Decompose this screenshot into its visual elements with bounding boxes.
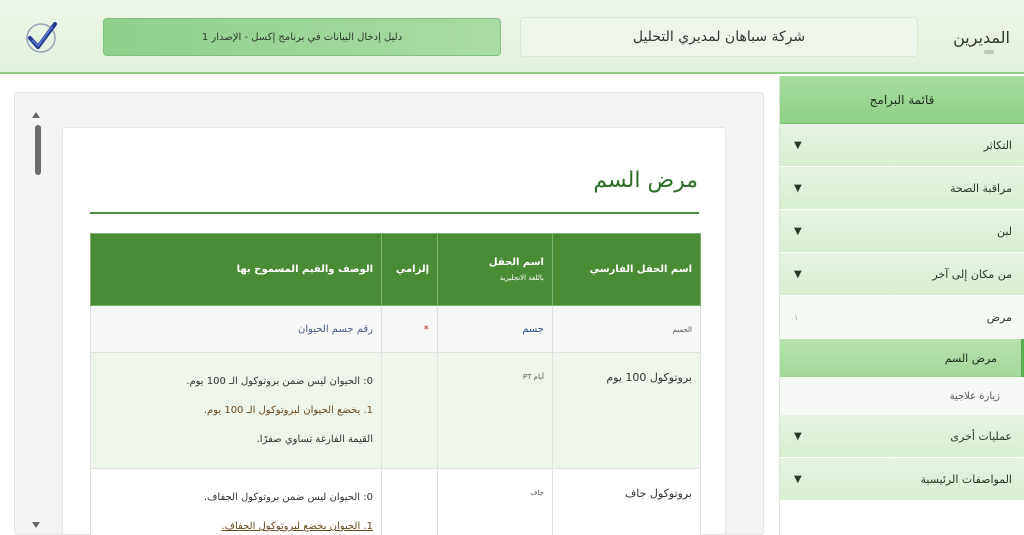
sidebar-item-other-operations[interactable]: عمليات أخرى ▼ xyxy=(780,415,1024,458)
scroll-up-arrow-icon[interactable] xyxy=(32,112,40,118)
sidebar-subitem-poison-disease[interactable]: مرض السم xyxy=(780,339,1024,377)
cell-fa: الجسم xyxy=(552,305,701,353)
sidebar-item-transfer[interactable]: من مكان إلى آخر ▼ xyxy=(780,253,1024,296)
cell-en: جاف xyxy=(437,468,553,535)
chevron-down-icon: ▼ xyxy=(794,473,802,485)
sidebar-item-label: لبن xyxy=(996,224,1012,238)
title-divider xyxy=(90,212,699,214)
sidebar-item-label: المواصفات الرئيسية xyxy=(920,472,1012,486)
table-header-row: اسم الحقل الفارسي اسم الحقل باللغة الانج… xyxy=(90,233,701,306)
chevron-down-icon: ▼ xyxy=(794,225,802,237)
brand-title[interactable]: المديرين xyxy=(953,28,1010,47)
company-name-box: شركة سباهان لمديري التحليل xyxy=(520,17,918,57)
page-title: مرض السم xyxy=(593,168,698,193)
cell-fa: بروتوكول 100 يوم xyxy=(552,352,701,469)
company-name: شركة سباهان لمديري التحليل xyxy=(632,29,806,45)
desc-line: 0: الحيوان ليس ضمن بروتوكول الـ 100 يوم. xyxy=(186,376,373,387)
header-description: الوصف والقيم المسموح بها xyxy=(90,233,382,306)
chevron-down-icon: ▼ xyxy=(794,182,802,194)
cell-req xyxy=(381,468,438,535)
sidebar-item-health[interactable]: مراقبة الصحة ▼ xyxy=(780,167,1024,210)
guide-text: دليل إدخال البيانات في برنامج إكسل - الإ… xyxy=(201,31,403,43)
scroll-down-arrow-icon[interactable] xyxy=(32,522,40,528)
cell-desc: رقم جسم الحيوان xyxy=(90,305,382,353)
brand-underline xyxy=(984,50,994,54)
cell-en: أيام PT xyxy=(437,352,553,469)
desc-line: القيمة الفارغة تساوي صفرًا. xyxy=(256,434,373,445)
chevron-down-icon: ▼ xyxy=(794,430,802,442)
checkmark-logo-icon[interactable] xyxy=(22,18,60,56)
sidebar-item-label: مرض xyxy=(986,310,1012,324)
sidebar-item-milk[interactable]: لبن ▼ xyxy=(780,210,1024,253)
sidebar-item-breeding[interactable]: التكاثر ▼ xyxy=(780,124,1024,167)
sidebar-subitem-label: زيارة علاجية xyxy=(949,390,1000,402)
cell-fa: بروتوكول جاف xyxy=(552,468,701,535)
guide-banner[interactable]: دليل إدخال البيانات في برنامج إكسل - الإ… xyxy=(103,18,501,56)
sidebar-item-label: عمليات أخرى xyxy=(950,429,1012,443)
app-header: دليل إدخال البيانات في برنامج إكسل - الإ… xyxy=(0,0,1024,74)
table-row: بروتوكول جاف جاف 0: الحيوان ليس ضمن بروت… xyxy=(90,468,701,535)
header-fa-name: اسم الحقل الفارسي xyxy=(552,233,701,306)
table-row: بروتوكول 100 يوم أيام PT 0: الحيوان ليس … xyxy=(90,352,701,469)
table-row: الجسم جسم * رقم جسم الحيوان xyxy=(90,305,701,353)
sidebar-item-main-specs[interactable]: المواصفات الرئيسية ▼ xyxy=(780,458,1024,501)
chevron-down-icon: ▼ xyxy=(794,139,802,151)
sidebar-subitem-label: مرض السم xyxy=(944,351,997,365)
sidebar-item-label: التكاثر xyxy=(983,138,1012,152)
cell-desc: 0: الحيوان ليس ضمن بروتوكول الـ 100 يوم.… xyxy=(90,352,382,469)
header-en-name: اسم الحقل باللغة الانجليزية xyxy=(437,233,553,306)
sidebar-item-disease[interactable]: مرض ١ xyxy=(780,296,1024,339)
cell-en: جسم xyxy=(437,305,553,353)
sidebar-subitem-treatment-visit[interactable]: زيارة علاجية xyxy=(780,377,1024,415)
desc-line: 1. الحيوان يخضع لبروتوكول الجفاف. xyxy=(221,521,373,532)
chevron-down-icon: ▼ xyxy=(794,268,802,280)
cell-req xyxy=(381,352,438,469)
sidebar: قائمة البرامج التكاثر ▼ مراقبة الصحة ▼ ل… xyxy=(779,76,1024,535)
desc-line: 1. يخضع الحيوان لبروتوكول الـ 100 يوم. xyxy=(203,405,373,416)
sidebar-title: قائمة البرامج xyxy=(780,76,1024,124)
sidebar-item-label: من مكان إلى آخر xyxy=(932,267,1012,281)
desc-line: 0: الحيوان ليس ضمن بروتوكول الجفاف. xyxy=(203,492,373,503)
scrollbar-thumb[interactable] xyxy=(35,125,41,175)
sidebar-item-label: مراقبة الصحة xyxy=(950,181,1012,195)
field-table: اسم الحقل الفارسي اسم الحقل باللغة الانج… xyxy=(90,233,701,535)
header-required: إلزامي xyxy=(381,233,438,306)
cell-desc: 0: الحيوان ليس ضمن بروتوكول الجفاف. 1. ا… xyxy=(90,468,382,535)
sidebar-item-badge: ١ xyxy=(794,312,799,322)
cell-req: * xyxy=(381,305,438,353)
